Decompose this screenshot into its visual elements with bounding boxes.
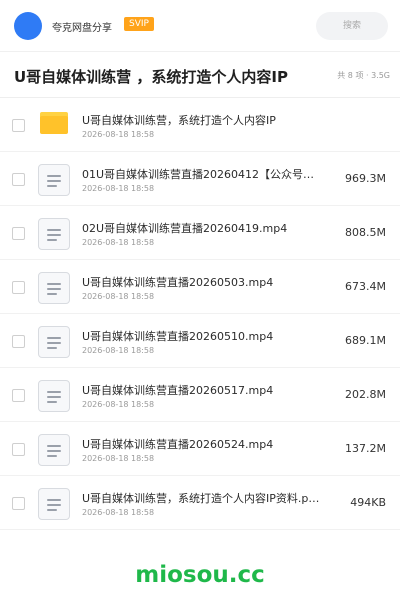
file-row[interactable]: U哥自媒体训练营，系统打造个人内容IP资料.png 2026-08-18 18:… (0, 476, 400, 530)
file-row[interactable]: 01U哥自媒体训练营直播20260412【公众号：… 2026-08-18 18… (0, 152, 400, 206)
file-date: 2026-08-18 18:58 (82, 292, 155, 301)
folder-header: U哥自媒体训练营 ，系统打造个人内容IP 共 8 项 · 3.5G (0, 52, 400, 98)
row-checkbox[interactable] (12, 335, 25, 348)
row-checkbox[interactable] (12, 389, 25, 402)
watermark: miosou.cc (135, 562, 265, 588)
file-name[interactable]: U哥自媒体训练营直播20260503.mp4 (82, 274, 322, 290)
file-row[interactable]: U哥自媒体训练营直播20260517.mp4 2026-08-18 18:58 … (0, 368, 400, 422)
file-row[interactable]: U哥自媒体训练营，系统打造个人内容IP 2026-08-18 18:58 (0, 98, 400, 152)
file-row[interactable]: 02U哥自媒体训练营直播20260419.mp4 2026-08-18 18:5… (0, 206, 400, 260)
file-size: 494KB (350, 496, 386, 509)
file-date: 2026-08-18 18:58 (82, 130, 155, 139)
file-name[interactable]: U哥自媒体训练营，系统打造个人内容IP (82, 112, 322, 128)
file-name[interactable]: 02U哥自媒体训练营直播20260419.mp4 (82, 220, 322, 236)
row-checkbox[interactable] (12, 443, 25, 456)
document-icon (38, 434, 70, 466)
file-name[interactable]: U哥自媒体训练营，系统打造个人内容IP资料.png (82, 490, 322, 506)
svip-badge: SVIP (124, 17, 154, 31)
file-row[interactable]: U哥自媒体训练营直播20260503.mp4 2026-08-18 18:58 … (0, 260, 400, 314)
file-name[interactable]: U哥自媒体训练营直播20260524.mp4 (82, 436, 322, 452)
file-size: 969.3M (345, 172, 386, 185)
row-checkbox[interactable] (12, 173, 25, 186)
document-icon (38, 272, 70, 304)
row-checkbox[interactable] (12, 227, 25, 240)
page-title: U哥自媒体训练营 ，系统打造个人内容IP (14, 68, 288, 86)
item-count-size: 共 8 项 · 3.5G (337, 71, 390, 80)
folder-icon (40, 112, 68, 134)
file-name[interactable]: 01U哥自媒体训练营直播20260412【公众号：… (82, 166, 322, 182)
file-date: 2026-08-18 18:58 (82, 346, 155, 355)
file-date: 2026-08-18 18:58 (82, 454, 155, 463)
file-date: 2026-08-18 18:58 (82, 238, 155, 247)
file-name[interactable]: U哥自媒体训练营直播20260517.mp4 (82, 382, 322, 398)
file-size: 673.4M (345, 280, 386, 293)
file-size: 689.1M (345, 334, 386, 347)
document-icon (38, 164, 70, 196)
file-date: 2026-08-18 18:58 (82, 508, 155, 517)
row-checkbox[interactable] (12, 281, 25, 294)
row-checkbox[interactable] (12, 497, 25, 510)
search-placeholder: 搜索 (342, 21, 361, 31)
document-icon (38, 380, 70, 412)
file-size: 137.2M (345, 442, 386, 455)
avatar[interactable] (14, 12, 42, 40)
file-size: 202.8M (345, 388, 386, 401)
document-icon (38, 326, 70, 358)
search-input[interactable]: 搜索 (316, 12, 388, 40)
file-date: 2026-08-18 18:58 (82, 184, 155, 193)
row-checkbox[interactable] (12, 119, 25, 132)
file-name[interactable]: U哥自媒体训练营直播20260510.mp4 (82, 328, 322, 344)
share-source-label: 夸克网盘分享 (52, 23, 112, 34)
file-row[interactable]: U哥自媒体训练营直播20260524.mp4 2026-08-18 18:58 … (0, 422, 400, 476)
document-icon (38, 488, 70, 520)
top-bar: 夸克网盘分享 SVIP 搜索 (0, 0, 400, 52)
file-date: 2026-08-18 18:58 (82, 400, 155, 409)
document-icon (38, 218, 70, 250)
file-row[interactable]: U哥自媒体训练营直播20260510.mp4 2026-08-18 18:58 … (0, 314, 400, 368)
file-size: 808.5M (345, 226, 386, 239)
